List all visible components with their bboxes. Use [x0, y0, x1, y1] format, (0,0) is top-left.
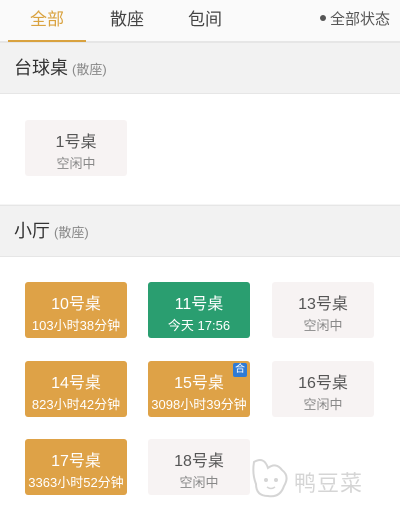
- tab-all-label: 全部: [30, 10, 64, 29]
- table-card-14[interactable]: 14号桌 823小时42分钟: [25, 361, 127, 417]
- status-filter-dropdown[interactable]: 全部状态: [319, 0, 390, 41]
- table-open-time: 今天 17:56: [167, 318, 231, 333]
- table-status: 空闲中: [179, 475, 219, 490]
- watermark: 鸭豆菜: [250, 452, 380, 508]
- table-card-13[interactable]: 13号桌 空闲中: [272, 282, 374, 338]
- table-card-11[interactable]: 11号桌 今天 17:56: [148, 282, 250, 338]
- table-elapsed-time: 3363小时52分钟: [28, 475, 124, 490]
- section-title: 小厅 (散座): [14, 206, 89, 258]
- status-filter-label: 全部状态: [329, 11, 390, 28]
- table-card-17[interactable]: 17号桌 3363小时52分钟: [25, 439, 127, 495]
- table-card-16[interactable]: 16号桌 空闲中: [272, 361, 374, 417]
- section-subtitle: (散座): [54, 225, 89, 240]
- table-card-10[interactable]: 10号桌 103小时38分钟: [25, 282, 127, 338]
- section-body-billiards: 1号桌 空闲中: [0, 94, 400, 204]
- section-title-text: 小厅: [14, 221, 50, 241]
- table-name: 13号桌: [298, 296, 348, 313]
- section-subtitle: (散座): [72, 62, 107, 77]
- table-name: 14号桌: [51, 375, 101, 392]
- table-name: 1号桌: [55, 134, 97, 151]
- tab-private-rooms-label: 包间: [188, 10, 222, 29]
- table-name: 17号桌: [51, 453, 101, 470]
- tab-open-seating[interactable]: 散座: [104, 0, 150, 41]
- tab-private-rooms[interactable]: 包间: [182, 0, 228, 41]
- table-card-18[interactable]: 18号桌 空闲中: [148, 439, 250, 495]
- table-name: 10号桌: [51, 296, 101, 313]
- table-name: 16号桌: [298, 375, 348, 392]
- table-name: 18号桌: [174, 453, 224, 470]
- dot-icon: [319, 15, 326, 22]
- table-elapsed-time: 103小时38分钟: [31, 318, 121, 333]
- merged-badge: 合: [233, 363, 247, 377]
- table-elapsed-time: 823小时42分钟: [31, 397, 121, 412]
- table-card-15[interactable]: 15号桌 3098小时39分钟 合: [148, 361, 250, 417]
- section-header-small-hall: 小厅 (散座): [0, 205, 400, 257]
- cartoon-mascot-icon: [252, 459, 288, 498]
- tab-open-seating-label: 散座: [110, 10, 144, 29]
- watermark-text: 鸭豆菜: [294, 471, 364, 496]
- section-header-billiards: 台球桌 (散座): [0, 42, 400, 94]
- section-title-text: 台球桌: [14, 58, 68, 78]
- table-card-1[interactable]: 1号桌 空闲中: [25, 120, 127, 176]
- tab-bar: 全部 散座 包间 全部状态: [0, 0, 400, 42]
- table-status: 空闲中: [303, 318, 343, 333]
- table-status: 空闲中: [56, 156, 96, 171]
- section-title: 台球桌 (散座): [14, 43, 107, 95]
- table-name: 11号桌: [174, 296, 224, 313]
- tab-all[interactable]: 全部: [8, 0, 86, 42]
- table-status: 空闲中: [303, 397, 343, 412]
- table-elapsed-time: 3098小时39分钟: [151, 397, 247, 412]
